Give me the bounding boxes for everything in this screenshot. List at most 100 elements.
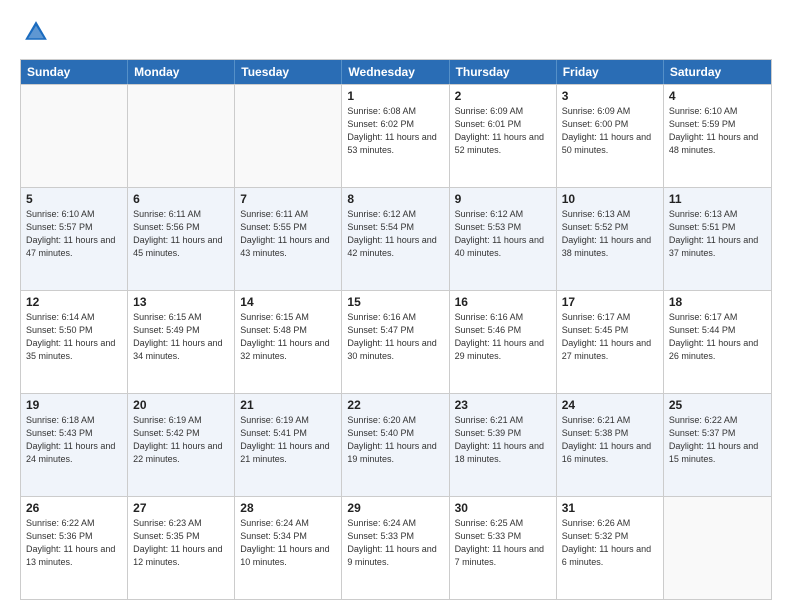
- day-number: 16: [455, 295, 551, 309]
- day-number: 12: [26, 295, 122, 309]
- day-info: Sunrise: 6:17 AM Sunset: 5:45 PM Dayligh…: [562, 311, 658, 363]
- day-info: Sunrise: 6:19 AM Sunset: 5:42 PM Dayligh…: [133, 414, 229, 466]
- day-cell-10: 10 Sunrise: 6:13 AM Sunset: 5:52 PM Dayli…: [557, 188, 664, 290]
- day-number: 24: [562, 398, 658, 412]
- day-cell-29: 29 Sunrise: 6:24 AM Sunset: 5:33 PM Dayli…: [342, 497, 449, 599]
- day-cell-20: 20 Sunrise: 6:19 AM Sunset: 5:42 PM Dayli…: [128, 394, 235, 496]
- day-cell-21: 21 Sunrise: 6:19 AM Sunset: 5:41 PM Dayli…: [235, 394, 342, 496]
- week-row-1: 1 Sunrise: 6:08 AM Sunset: 6:02 PM Daylig…: [21, 84, 771, 187]
- day-cell-22: 22 Sunrise: 6:20 AM Sunset: 5:40 PM Dayli…: [342, 394, 449, 496]
- calendar-page: SundayMondayTuesdayWednesdayThursdayFrid…: [0, 0, 792, 612]
- day-info: Sunrise: 6:13 AM Sunset: 5:52 PM Dayligh…: [562, 208, 658, 260]
- empty-cell: [664, 497, 771, 599]
- day-number: 23: [455, 398, 551, 412]
- day-info: Sunrise: 6:22 AM Sunset: 5:36 PM Dayligh…: [26, 517, 122, 569]
- empty-cell: [235, 85, 342, 187]
- calendar: SundayMondayTuesdayWednesdayThursdayFrid…: [20, 59, 772, 600]
- day-info: Sunrise: 6:24 AM Sunset: 5:34 PM Dayligh…: [240, 517, 336, 569]
- day-info: Sunrise: 6:19 AM Sunset: 5:41 PM Dayligh…: [240, 414, 336, 466]
- day-cell-31: 31 Sunrise: 6:26 AM Sunset: 5:32 PM Dayli…: [557, 497, 664, 599]
- day-cell-12: 12Sunrise: 6:14 AM Sunset: 5:50 PM Dayli…: [21, 291, 128, 393]
- day-number: 25: [669, 398, 766, 412]
- day-info: Sunrise: 6:20 AM Sunset: 5:40 PM Dayligh…: [347, 414, 443, 466]
- day-number: 11: [669, 192, 766, 206]
- day-number: 4: [669, 89, 766, 103]
- day-cell-15: 15Sunrise: 6:16 AM Sunset: 5:47 PM Dayli…: [342, 291, 449, 393]
- day-cell-2: 2 Sunrise: 6:09 AM Sunset: 6:01 PM Daylig…: [450, 85, 557, 187]
- day-cell-1: 1 Sunrise: 6:08 AM Sunset: 6:02 PM Daylig…: [342, 85, 449, 187]
- week-row-4: 19 Sunrise: 6:18 AM Sunset: 5:43 PM Dayli…: [21, 393, 771, 496]
- calendar-body: 1 Sunrise: 6:08 AM Sunset: 6:02 PM Daylig…: [21, 84, 771, 599]
- day-info: Sunrise: 6:26 AM Sunset: 5:32 PM Dayligh…: [562, 517, 658, 569]
- day-cell-17: 17 Sunrise: 6:17 AM Sunset: 5:45 PM Dayli…: [557, 291, 664, 393]
- day-cell-8: 8 Sunrise: 6:12 AM Sunset: 5:54 PM Daylig…: [342, 188, 449, 290]
- day-number: 13: [133, 295, 229, 309]
- day-number: 10: [562, 192, 658, 206]
- day-cell-18: 18 Sunrise: 6:17 AM Sunset: 5:44 PM Dayli…: [664, 291, 771, 393]
- day-cell-14: 14Sunrise: 6:15 AM Sunset: 5:48 PM Dayli…: [235, 291, 342, 393]
- day-number: 18: [669, 295, 766, 309]
- day-number: 26: [26, 501, 122, 515]
- week-row-2: 5Sunrise: 6:10 AM Sunset: 5:57 PM Daylig…: [21, 187, 771, 290]
- day-cell-7: 7Sunrise: 6:11 AM Sunset: 5:55 PM Daylig…: [235, 188, 342, 290]
- day-info: Sunrise: 6:13 AM Sunset: 5:51 PM Dayligh…: [669, 208, 766, 260]
- logo: [20, 18, 50, 51]
- header-day-monday: Monday: [128, 60, 235, 84]
- day-cell-9: 9 Sunrise: 6:12 AM Sunset: 5:53 PM Daylig…: [450, 188, 557, 290]
- empty-cell: [128, 85, 235, 187]
- day-info: Sunrise: 6:24 AM Sunset: 5:33 PM Dayligh…: [347, 517, 443, 569]
- day-number: 3: [562, 89, 658, 103]
- day-number: 29: [347, 501, 443, 515]
- day-number: 1: [347, 89, 443, 103]
- day-info: Sunrise: 6:15 AM Sunset: 5:48 PM Dayligh…: [240, 311, 336, 363]
- day-cell-28: 28 Sunrise: 6:24 AM Sunset: 5:34 PM Dayli…: [235, 497, 342, 599]
- day-cell-23: 23 Sunrise: 6:21 AM Sunset: 5:39 PM Dayli…: [450, 394, 557, 496]
- day-info: Sunrise: 6:18 AM Sunset: 5:43 PM Dayligh…: [26, 414, 122, 466]
- day-info: Sunrise: 6:08 AM Sunset: 6:02 PM Dayligh…: [347, 105, 443, 157]
- day-info: Sunrise: 6:10 AM Sunset: 5:59 PM Dayligh…: [669, 105, 766, 157]
- day-number: 9: [455, 192, 551, 206]
- day-info: Sunrise: 6:11 AM Sunset: 5:55 PM Dayligh…: [240, 208, 336, 260]
- day-number: 20: [133, 398, 229, 412]
- day-cell-5: 5Sunrise: 6:10 AM Sunset: 5:57 PM Daylig…: [21, 188, 128, 290]
- day-number: 22: [347, 398, 443, 412]
- day-number: 2: [455, 89, 551, 103]
- day-number: 15: [347, 295, 443, 309]
- day-info: Sunrise: 6:22 AM Sunset: 5:37 PM Dayligh…: [669, 414, 766, 466]
- day-number: 8: [347, 192, 443, 206]
- day-info: Sunrise: 6:12 AM Sunset: 5:53 PM Dayligh…: [455, 208, 551, 260]
- week-row-3: 12Sunrise: 6:14 AM Sunset: 5:50 PM Dayli…: [21, 290, 771, 393]
- day-info: Sunrise: 6:17 AM Sunset: 5:44 PM Dayligh…: [669, 311, 766, 363]
- day-info: Sunrise: 6:16 AM Sunset: 5:46 PM Dayligh…: [455, 311, 551, 363]
- day-cell-4: 4 Sunrise: 6:10 AM Sunset: 5:59 PM Daylig…: [664, 85, 771, 187]
- logo-icon: [22, 18, 50, 46]
- day-cell-3: 3Sunrise: 6:09 AM Sunset: 6:00 PM Daylig…: [557, 85, 664, 187]
- header-day-sunday: Sunday: [21, 60, 128, 84]
- day-cell-27: 27 Sunrise: 6:23 AM Sunset: 5:35 PM Dayli…: [128, 497, 235, 599]
- day-number: 17: [562, 295, 658, 309]
- day-info: Sunrise: 6:21 AM Sunset: 5:39 PM Dayligh…: [455, 414, 551, 466]
- day-number: 28: [240, 501, 336, 515]
- calendar-header: SundayMondayTuesdayWednesdayThursdayFrid…: [21, 60, 771, 84]
- day-number: 27: [133, 501, 229, 515]
- day-number: 19: [26, 398, 122, 412]
- day-info: Sunrise: 6:12 AM Sunset: 5:54 PM Dayligh…: [347, 208, 443, 260]
- day-info: Sunrise: 6:11 AM Sunset: 5:56 PM Dayligh…: [133, 208, 229, 260]
- day-info: Sunrise: 6:10 AM Sunset: 5:57 PM Dayligh…: [26, 208, 122, 260]
- day-info: Sunrise: 6:15 AM Sunset: 5:49 PM Dayligh…: [133, 311, 229, 363]
- day-info: Sunrise: 6:25 AM Sunset: 5:33 PM Dayligh…: [455, 517, 551, 569]
- day-info: Sunrise: 6:21 AM Sunset: 5:38 PM Dayligh…: [562, 414, 658, 466]
- day-number: 21: [240, 398, 336, 412]
- week-row-5: 26 Sunrise: 6:22 AM Sunset: 5:36 PM Dayli…: [21, 496, 771, 599]
- day-cell-13: 13 Sunrise: 6:15 AM Sunset: 5:49 PM Dayli…: [128, 291, 235, 393]
- day-cell-24: 24 Sunrise: 6:21 AM Sunset: 5:38 PM Dayli…: [557, 394, 664, 496]
- empty-cell: [21, 85, 128, 187]
- day-number: 30: [455, 501, 551, 515]
- day-number: 31: [562, 501, 658, 515]
- header-day-thursday: Thursday: [450, 60, 557, 84]
- day-info: Sunrise: 6:23 AM Sunset: 5:35 PM Dayligh…: [133, 517, 229, 569]
- day-info: Sunrise: 6:09 AM Sunset: 6:01 PM Dayligh…: [455, 105, 551, 157]
- day-cell-11: 11 Sunrise: 6:13 AM Sunset: 5:51 PM Dayli…: [664, 188, 771, 290]
- page-header: [20, 18, 772, 51]
- day-cell-26: 26 Sunrise: 6:22 AM Sunset: 5:36 PM Dayli…: [21, 497, 128, 599]
